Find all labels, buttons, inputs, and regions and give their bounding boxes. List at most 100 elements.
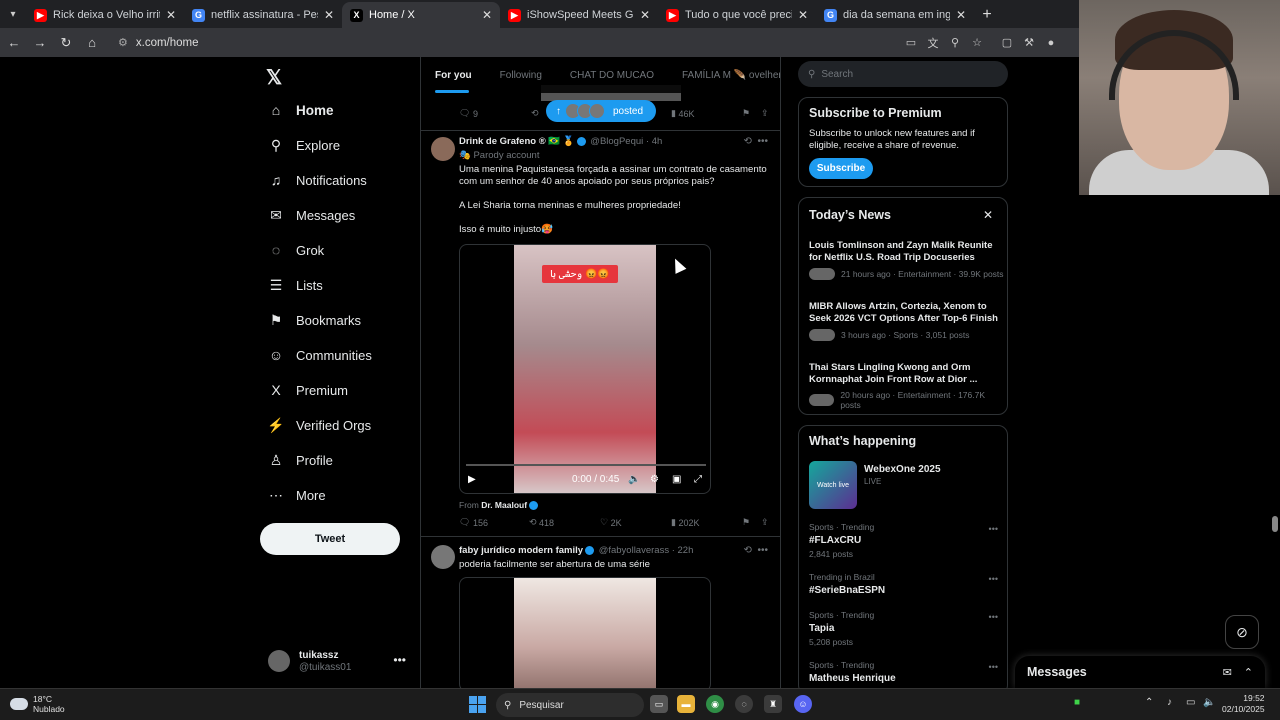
event-thumbnail[interactable]: Watch live [809, 461, 857, 509]
expand-icon[interactable]: ⌃ [1244, 666, 1253, 679]
close-tab-icon[interactable]: ✕ [482, 8, 492, 22]
close-tab-icon[interactable]: ✕ [956, 8, 966, 22]
video-progress-bar[interactable] [466, 464, 706, 466]
extension-icon[interactable]: ▢ [996, 32, 1018, 54]
nav-item-lists[interactable]: ☰ Lists [268, 270, 323, 300]
close-tab-icon[interactable]: ✕ [640, 8, 650, 22]
bookmark-star-icon[interactable]: ☆ [966, 32, 988, 54]
more-dots-icon[interactable]: ••• [989, 574, 998, 584]
nav-item-premium[interactable]: X Premium [268, 375, 348, 405]
bookmark-icon[interactable]: ⚑ [742, 108, 750, 119]
tweet-button[interactable]: Tweet [260, 523, 400, 555]
news-item[interactable]: MIBR Allows Artzin, Cortezia, Xenom to S… [809, 301, 1004, 341]
new-tab-button[interactable]: + [974, 2, 1000, 28]
post-media[interactable] [459, 577, 711, 688]
views-button[interactable]: ▮ 202K [671, 517, 699, 528]
reply-button[interactable]: 🗨 9 [459, 108, 478, 119]
tray-status-icon[interactable]: ■ [1074, 697, 1080, 708]
reply-button[interactable]: 🗨 156 [459, 517, 488, 528]
author-name[interactable]: faby jurídico modern family [459, 545, 583, 556]
bookmark-icon[interactable]: ⚑ [742, 517, 750, 528]
system-clock[interactable]: 19:52 02/10/2025 [1222, 693, 1265, 715]
tab-following[interactable]: Following [486, 57, 556, 93]
fullscreen-icon[interactable]: ⤢ [694, 474, 702, 485]
nav-item-communities[interactable]: ☺ Communities [268, 340, 372, 370]
more-dots-icon[interactable]: ••• [989, 612, 998, 622]
share-icon[interactable]: ⇪ [761, 517, 769, 528]
media-image[interactable] [514, 578, 656, 688]
network-icon[interactable]: ▭ [1186, 697, 1195, 708]
author-handle[interactable]: @fabyollaverass · 22h [599, 545, 694, 556]
video-frame[interactable]: وحشی ہا 😡😡 [514, 245, 656, 493]
views-button[interactable]: ▮ 46K [671, 108, 694, 119]
video-player[interactable]: وحشی ہا 😡😡 ▶ 0:00 / 0:45 🔈 ⚙ ▣ ⤢ [459, 244, 711, 494]
news-item[interactable]: Louis Tomlinson and Zayn Malik Reunite f… [809, 240, 1004, 280]
nav-item-notifications[interactable]: ♫ Notifications [268, 165, 367, 195]
author-name[interactable]: Drink de Grafeno ® 🇧🇷 🏅 [459, 136, 575, 147]
search-input[interactable]: ⚲ Search [798, 61, 1008, 87]
play-icon[interactable]: ▶ [468, 474, 476, 485]
more-dots-icon[interactable]: ••• [989, 524, 998, 534]
trend-item[interactable]: Trending in Brazil #SerieBnaESPN ••• [809, 572, 1004, 596]
avatar[interactable] [431, 545, 455, 569]
settings-icon[interactable]: ⚙ [650, 474, 659, 485]
share-icon[interactable]: ⇪ [761, 108, 769, 119]
browser-tab[interactable]: ▶ Tudo o que você precisa saber ✕ [658, 2, 816, 28]
messages-drawer[interactable]: Messages ✉ ⌃ [1015, 656, 1265, 688]
more-dots-icon[interactable]: ••• [393, 653, 406, 667]
back-icon[interactable]: ← [2, 31, 26, 55]
mic-icon[interactable]: ♪ [1167, 697, 1172, 708]
from-name[interactable]: Dr. Maalouf [481, 500, 527, 510]
repost-button[interactable]: ⟲ 418 [529, 517, 554, 528]
scrollbar[interactable] [1272, 516, 1278, 532]
news-item[interactable]: Thai Stars Lingling Kwong and Orm Kornna… [809, 362, 1004, 410]
more-dots-icon[interactable]: ••• [989, 662, 998, 672]
post-more-icon[interactable]: ⟲ ••• [744, 136, 768, 147]
trend-item[interactable]: Sports · Trending Tapia 5,208 posts ••• [809, 610, 1004, 647]
account-switcher[interactable]: tuikassz @tuikass01 ••• [268, 645, 418, 677]
like-button[interactable]: ♡ 2K [600, 517, 622, 528]
nav-item-bookmarks[interactable]: ⚑ Bookmarks [268, 305, 361, 335]
chrome-icon[interactable]: ◉ [706, 695, 724, 713]
app2-icon[interactable]: ♜ [764, 695, 782, 713]
trend-item[interactable]: Sports · Trending #FLAxCRU 2,841 posts ••• [809, 522, 1004, 559]
nav-item-profile[interactable]: ♙ Profile [268, 445, 333, 475]
new-posts-pill[interactable]: ↑ posted [546, 100, 656, 122]
post-more-icon[interactable]: ⟲ ••• [744, 545, 768, 556]
author-handle[interactable]: @BlogPequi · 4h [590, 136, 662, 147]
profile-icon[interactable]: ● [1040, 32, 1062, 54]
forward-icon[interactable]: → [28, 31, 52, 55]
taskbar-search[interactable]: ⚲ Pesquisar [496, 693, 644, 717]
discord-icon[interactable]: ☺ [794, 695, 812, 713]
close-tab-icon[interactable]: ✕ [324, 8, 334, 22]
browser-tab[interactable]: X Home / X ✕ [342, 2, 500, 28]
browser-tab[interactable]: Gnetflix assinatura - Pesquisa Go ✕ [184, 2, 342, 28]
repost-button[interactable]: ⟲ [531, 108, 539, 119]
browser-tab[interactable]: ▶ iShowSpeed Meets Gigachad In ✕ [500, 2, 658, 28]
close-tab-icon[interactable]: ✕ [798, 8, 808, 22]
trend-item[interactable]: Sports · Trending Matheus Henrique ••• [809, 660, 1004, 684]
site-info-icon[interactable]: ⚙ [118, 36, 128, 49]
event-title[interactable]: WebexOne 2025 [864, 464, 941, 475]
reload-icon[interactable]: ↻ [54, 31, 78, 55]
nav-item-more[interactable]: ⋯ More [268, 480, 326, 510]
subscribe-button[interactable]: Subscribe [809, 158, 873, 179]
volume-icon[interactable]: 🔈 [1203, 697, 1215, 708]
grok-floating-icon[interactable]: ⊘ [1225, 615, 1259, 649]
browser-tab[interactable]: Gdia da semana em ingles - Pesq ✕ [816, 2, 974, 28]
nav-item-explore[interactable]: ⚲ Explore [268, 130, 340, 160]
close-icon[interactable]: ✕ [983, 208, 993, 222]
file-explorer-icon[interactable]: ▬ [677, 695, 695, 713]
browser-tab[interactable]: ▶ Rick deixa o Velho irritado após ✕ [26, 2, 184, 28]
close-tab-icon[interactable]: ✕ [166, 8, 176, 22]
translate-icon[interactable]: 文 [922, 32, 944, 54]
avatar[interactable] [431, 137, 455, 161]
home-button-icon[interactable]: ⌂ [80, 31, 104, 55]
compose-message-icon[interactable]: ✉ [1223, 666, 1232, 679]
nav-item-verified-orgs[interactable]: ⚡ Verified Orgs [267, 410, 371, 440]
cast-icon[interactable]: ▭ [900, 32, 922, 54]
zoom-icon[interactable]: ⚲ [944, 32, 966, 54]
nav-item-grok[interactable]: ◌ Grok [268, 235, 324, 265]
volume-icon[interactable]: 🔈 [628, 474, 640, 485]
x-logo-icon[interactable]: 𝕏 [266, 65, 282, 90]
